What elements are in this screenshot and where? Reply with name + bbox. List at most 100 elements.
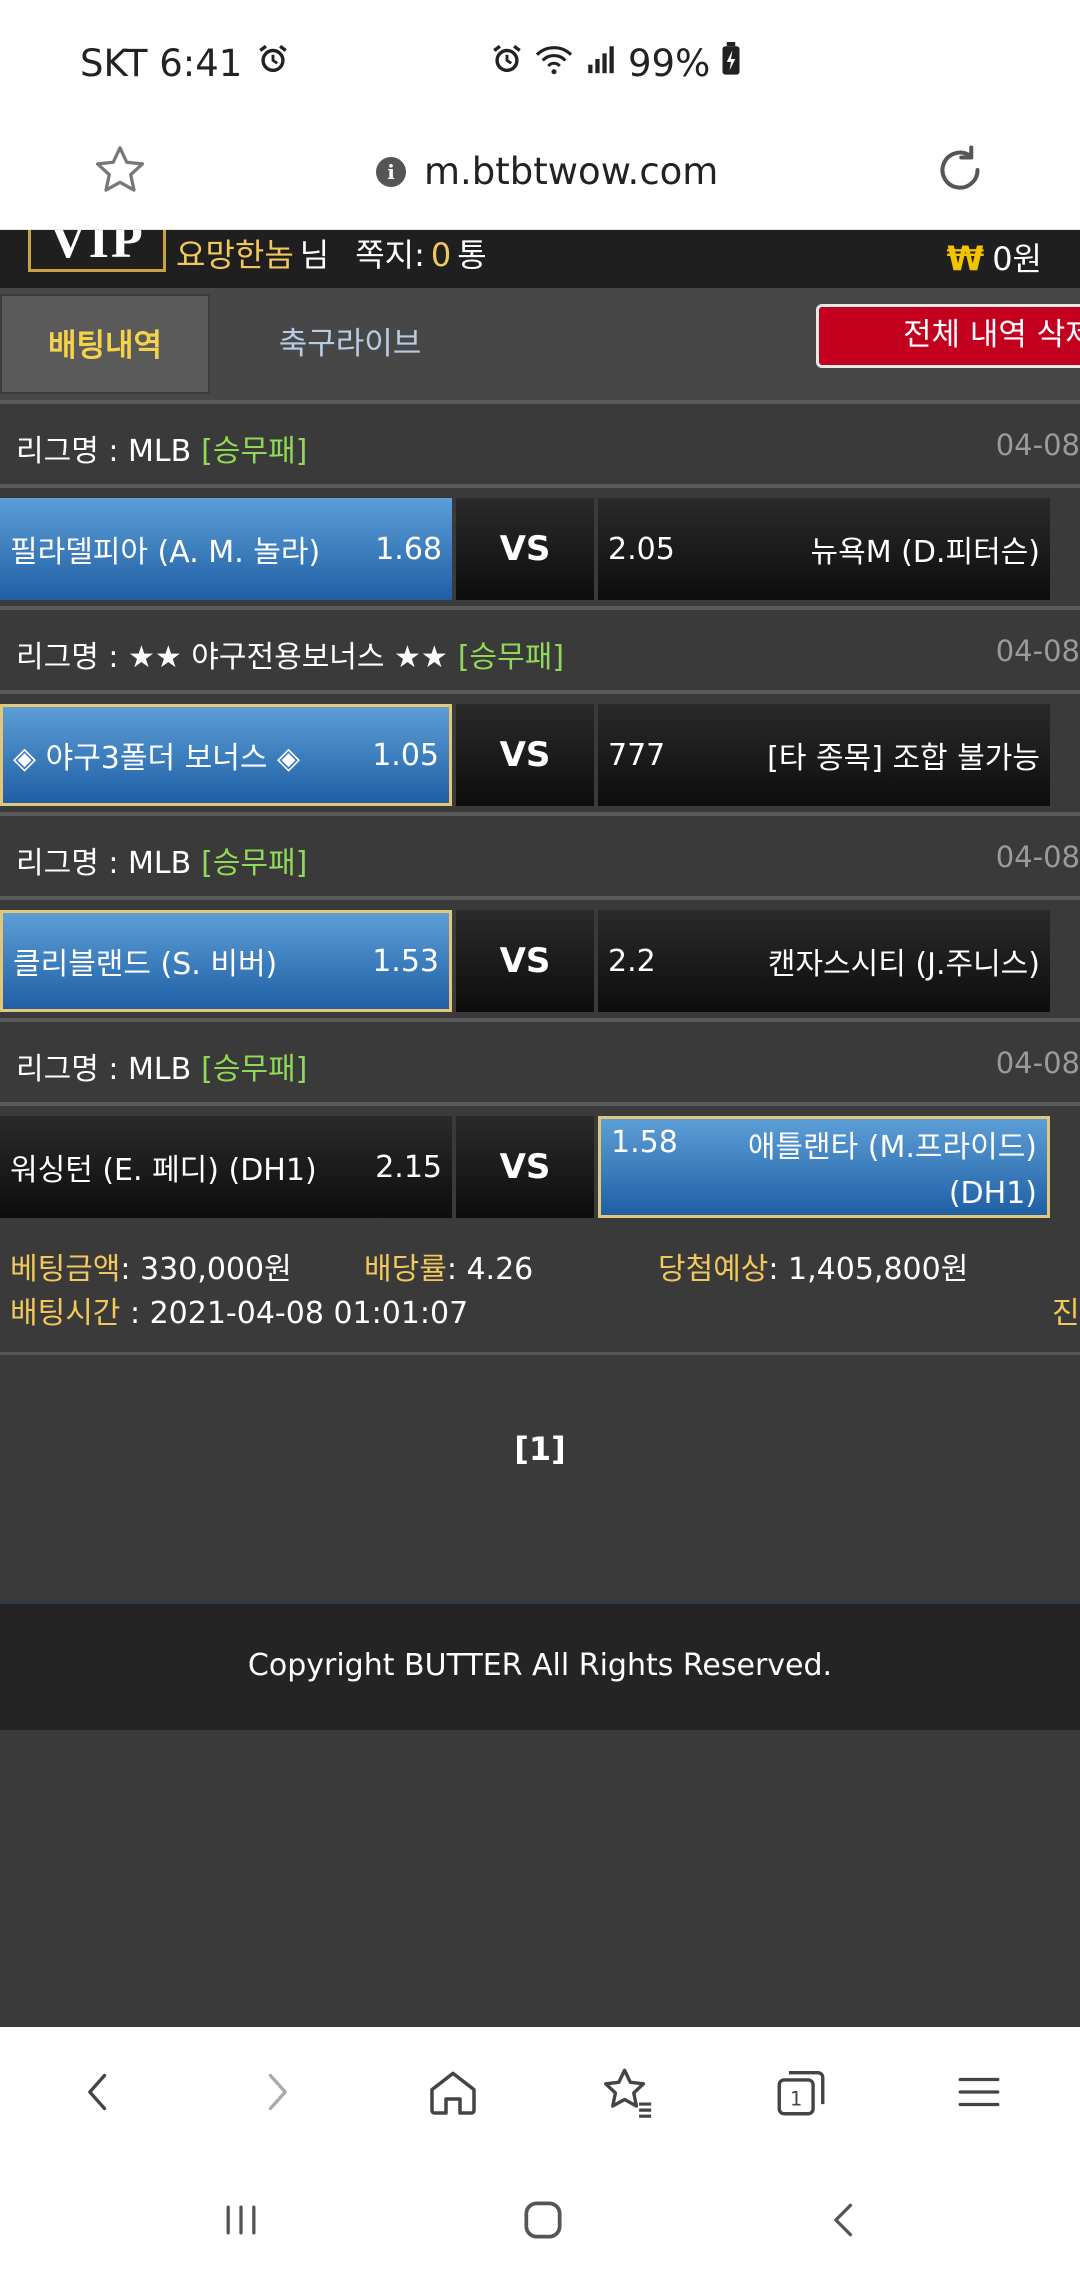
match-row: 필라델피아 (A. M. 놀라) 1.68 VS 2.05 뉴욕M (D.피터슨) xyxy=(0,498,1080,600)
back-icon[interactable] xyxy=(64,2057,134,2127)
vip-badge: VIP xyxy=(28,230,166,272)
divider xyxy=(0,1352,1080,1355)
bet-type: [승무패] xyxy=(457,640,565,675)
vs-label: VS xyxy=(456,910,594,1012)
web-content: VIP 요망한놈 님 쪽지: 0 통 ₩ 0원 배팅내역 축구라이브 전체 내역 삭제… xyxy=(0,230,1080,2027)
won-coin-icon: ₩ xyxy=(946,239,985,279)
league-name: 리그명 : MLB xyxy=(16,1052,192,1087)
away-team[interactable]: 2.2 캔자스시티 (J.주니스) xyxy=(598,910,1050,1012)
bookmarks-icon[interactable] xyxy=(592,2057,662,2127)
vs-label: VS xyxy=(456,1116,594,1218)
match-row: 워싱턴 (E. 페디) (DH1) 2.15 VS 1.58 애틀랜타 (M.프라이… xyxy=(0,1116,1080,1218)
bet-summary: 베팅금액: 330,000원 배당률: 4.26 당첨예상: 1,405,800… xyxy=(0,1238,1080,1348)
divider xyxy=(0,1102,1080,1106)
address-field[interactable]: i m.btbtwow.com xyxy=(376,150,718,193)
username: 요망한놈 xyxy=(176,236,294,274)
match-date: 04-08 xyxy=(995,840,1080,874)
home-team-selected[interactable]: ◈ 야구3폴더 보너스 ◈ 1.05 xyxy=(0,704,452,806)
status-bar: SKT 6:41 99% xyxy=(0,0,1080,130)
vs-label: VS xyxy=(456,704,594,806)
bet-status: 진 xyxy=(1052,1296,1080,1331)
odds: 777 xyxy=(608,737,666,773)
match-row: ◈ 야구3폴더 보너스 ◈ 1.05 VS 777 [타 종목] 조합 불가능 xyxy=(0,704,1080,806)
info-icon[interactable]: i xyxy=(376,156,406,187)
bet-time: 배팅시간 : 2021-04-08 01:01:07 xyxy=(10,1296,469,1331)
bet-type: [승무패] xyxy=(201,846,308,881)
bookmark-star-icon[interactable] xyxy=(92,142,148,202)
reload-icon[interactable] xyxy=(930,140,990,204)
match-date: 04-08 xyxy=(995,428,1080,462)
signal-icon xyxy=(584,42,618,85)
tab-bet-history[interactable]: 배팅내역 xyxy=(0,294,210,394)
total-odds: 배당률: 4.26 xyxy=(364,1252,534,1287)
recent-apps-icon[interactable] xyxy=(206,2190,276,2250)
pagination[interactable]: [1] xyxy=(0,1430,1080,1468)
team-name: 클리블랜드 (S. 비버) xyxy=(13,947,278,982)
odds: 1.58 xyxy=(611,1125,678,1160)
user-info: 요망한놈 님 쪽지: 0 통 xyxy=(176,230,487,288)
match-date: 04-08 xyxy=(995,1046,1080,1080)
league-row: 리그명 : MLB [승무패] 04-08 xyxy=(0,1022,1080,1102)
vs-label: VS xyxy=(456,498,594,600)
team-name: 워싱턴 (E. 페디) (DH1) xyxy=(10,1153,317,1188)
home-team-selected[interactable]: 클리블랜드 (S. 비버) 1.53 xyxy=(0,910,452,1012)
balance-amount: 0원 xyxy=(992,240,1042,278)
team-name: 뉴욕M (D.피터슨) xyxy=(810,535,1040,570)
league-name: 리그명 : ★★ 야구전용보너스 ★★ xyxy=(16,640,448,675)
league-row: 리그명 : ★★ 야구전용보너스 ★★ [승무패] 04-08 xyxy=(0,610,1080,690)
odds: 2.2 xyxy=(608,943,656,979)
system-home-icon[interactable] xyxy=(508,2190,578,2250)
alarm-icon xyxy=(490,42,524,85)
odds: 2.15 xyxy=(375,1149,442,1185)
system-nav-bar xyxy=(0,2160,1080,2280)
page-1[interactable]: [1] xyxy=(514,1430,566,1468)
delete-all-button[interactable]: 전체 내역 삭제 xyxy=(816,304,1080,368)
team-name: 애틀랜타 (M.프라이드) (DH1) xyxy=(747,1130,1037,1211)
message-unit: 통 xyxy=(457,236,487,274)
tab-row: 배팅내역 축구라이브 전체 내역 삭제 xyxy=(0,288,1080,400)
menu-icon[interactable] xyxy=(944,2057,1014,2127)
message-count[interactable]: 0 xyxy=(431,230,451,288)
bet-type: [승무패] xyxy=(201,434,308,469)
odds: 2.05 xyxy=(608,531,675,567)
match-date: 04-08 xyxy=(995,634,1080,668)
odds: 1.53 xyxy=(372,943,439,979)
tabs-icon[interactable]: 1 xyxy=(766,2057,836,2127)
divider xyxy=(0,484,1080,488)
home-icon[interactable] xyxy=(418,2057,488,2127)
bet-type: [승무패] xyxy=(201,1052,308,1087)
away-team[interactable]: 777 [타 종목] 조합 불가능 xyxy=(598,704,1050,806)
status-left: SKT 6:41 xyxy=(80,42,290,85)
wifi-icon xyxy=(534,42,574,85)
team-name: 캔자스시티 (J.주니스) xyxy=(767,947,1040,982)
divider xyxy=(0,690,1080,694)
honorific: 님 xyxy=(299,236,330,274)
user-header: VIP 요망한놈 님 쪽지: 0 통 ₩ 0원 xyxy=(0,230,1080,288)
league-name: 리그명 : MLB xyxy=(16,434,192,469)
team-name: 필라델피아 (A. M. 놀라) xyxy=(10,535,321,570)
message-label[interactable]: 쪽지: xyxy=(355,230,425,288)
forward-icon[interactable] xyxy=(241,2057,311,2127)
home-team[interactable]: 워싱턴 (E. 페디) (DH1) 2.15 xyxy=(0,1116,452,1218)
league-row: 리그명 : MLB [승무패] 04-08 xyxy=(0,816,1080,896)
home-team-selected[interactable]: 필라델피아 (A. M. 놀라) 1.68 xyxy=(0,498,452,600)
away-team[interactable]: 2.05 뉴욕M (D.피터슨) xyxy=(598,498,1050,600)
carrier-time: SKT 6:41 xyxy=(80,42,243,85)
divider xyxy=(0,896,1080,900)
system-back-icon[interactable] xyxy=(810,2190,880,2250)
away-team-selected[interactable]: 1.58 애틀랜타 (M.프라이드) (DH1) xyxy=(598,1116,1050,1218)
team-name: ◈ 야구3폴더 보너스 ◈ xyxy=(13,741,301,776)
balance: ₩ 0원 xyxy=(947,230,1042,288)
footer: Copyright BUTTER All Rights Reserved. xyxy=(0,1602,1080,1730)
tab-soccer-live[interactable]: 축구라이브 xyxy=(250,294,450,394)
league-name: 리그명 : MLB xyxy=(16,846,192,881)
bet-amount: 베팅금액: 330,000원 xyxy=(10,1252,292,1287)
odds: 1.05 xyxy=(372,737,439,773)
browser-url-bar: i m.btbtwow.com xyxy=(0,130,1080,230)
status-right: 99% xyxy=(490,42,742,85)
battery-charging-icon xyxy=(720,42,742,85)
expected-win: 당첨예상: 1,405,800원 xyxy=(658,1252,969,1287)
odds: 1.68 xyxy=(375,531,442,567)
svg-text:1: 1 xyxy=(790,2087,802,2110)
alarm-icon xyxy=(256,42,290,85)
